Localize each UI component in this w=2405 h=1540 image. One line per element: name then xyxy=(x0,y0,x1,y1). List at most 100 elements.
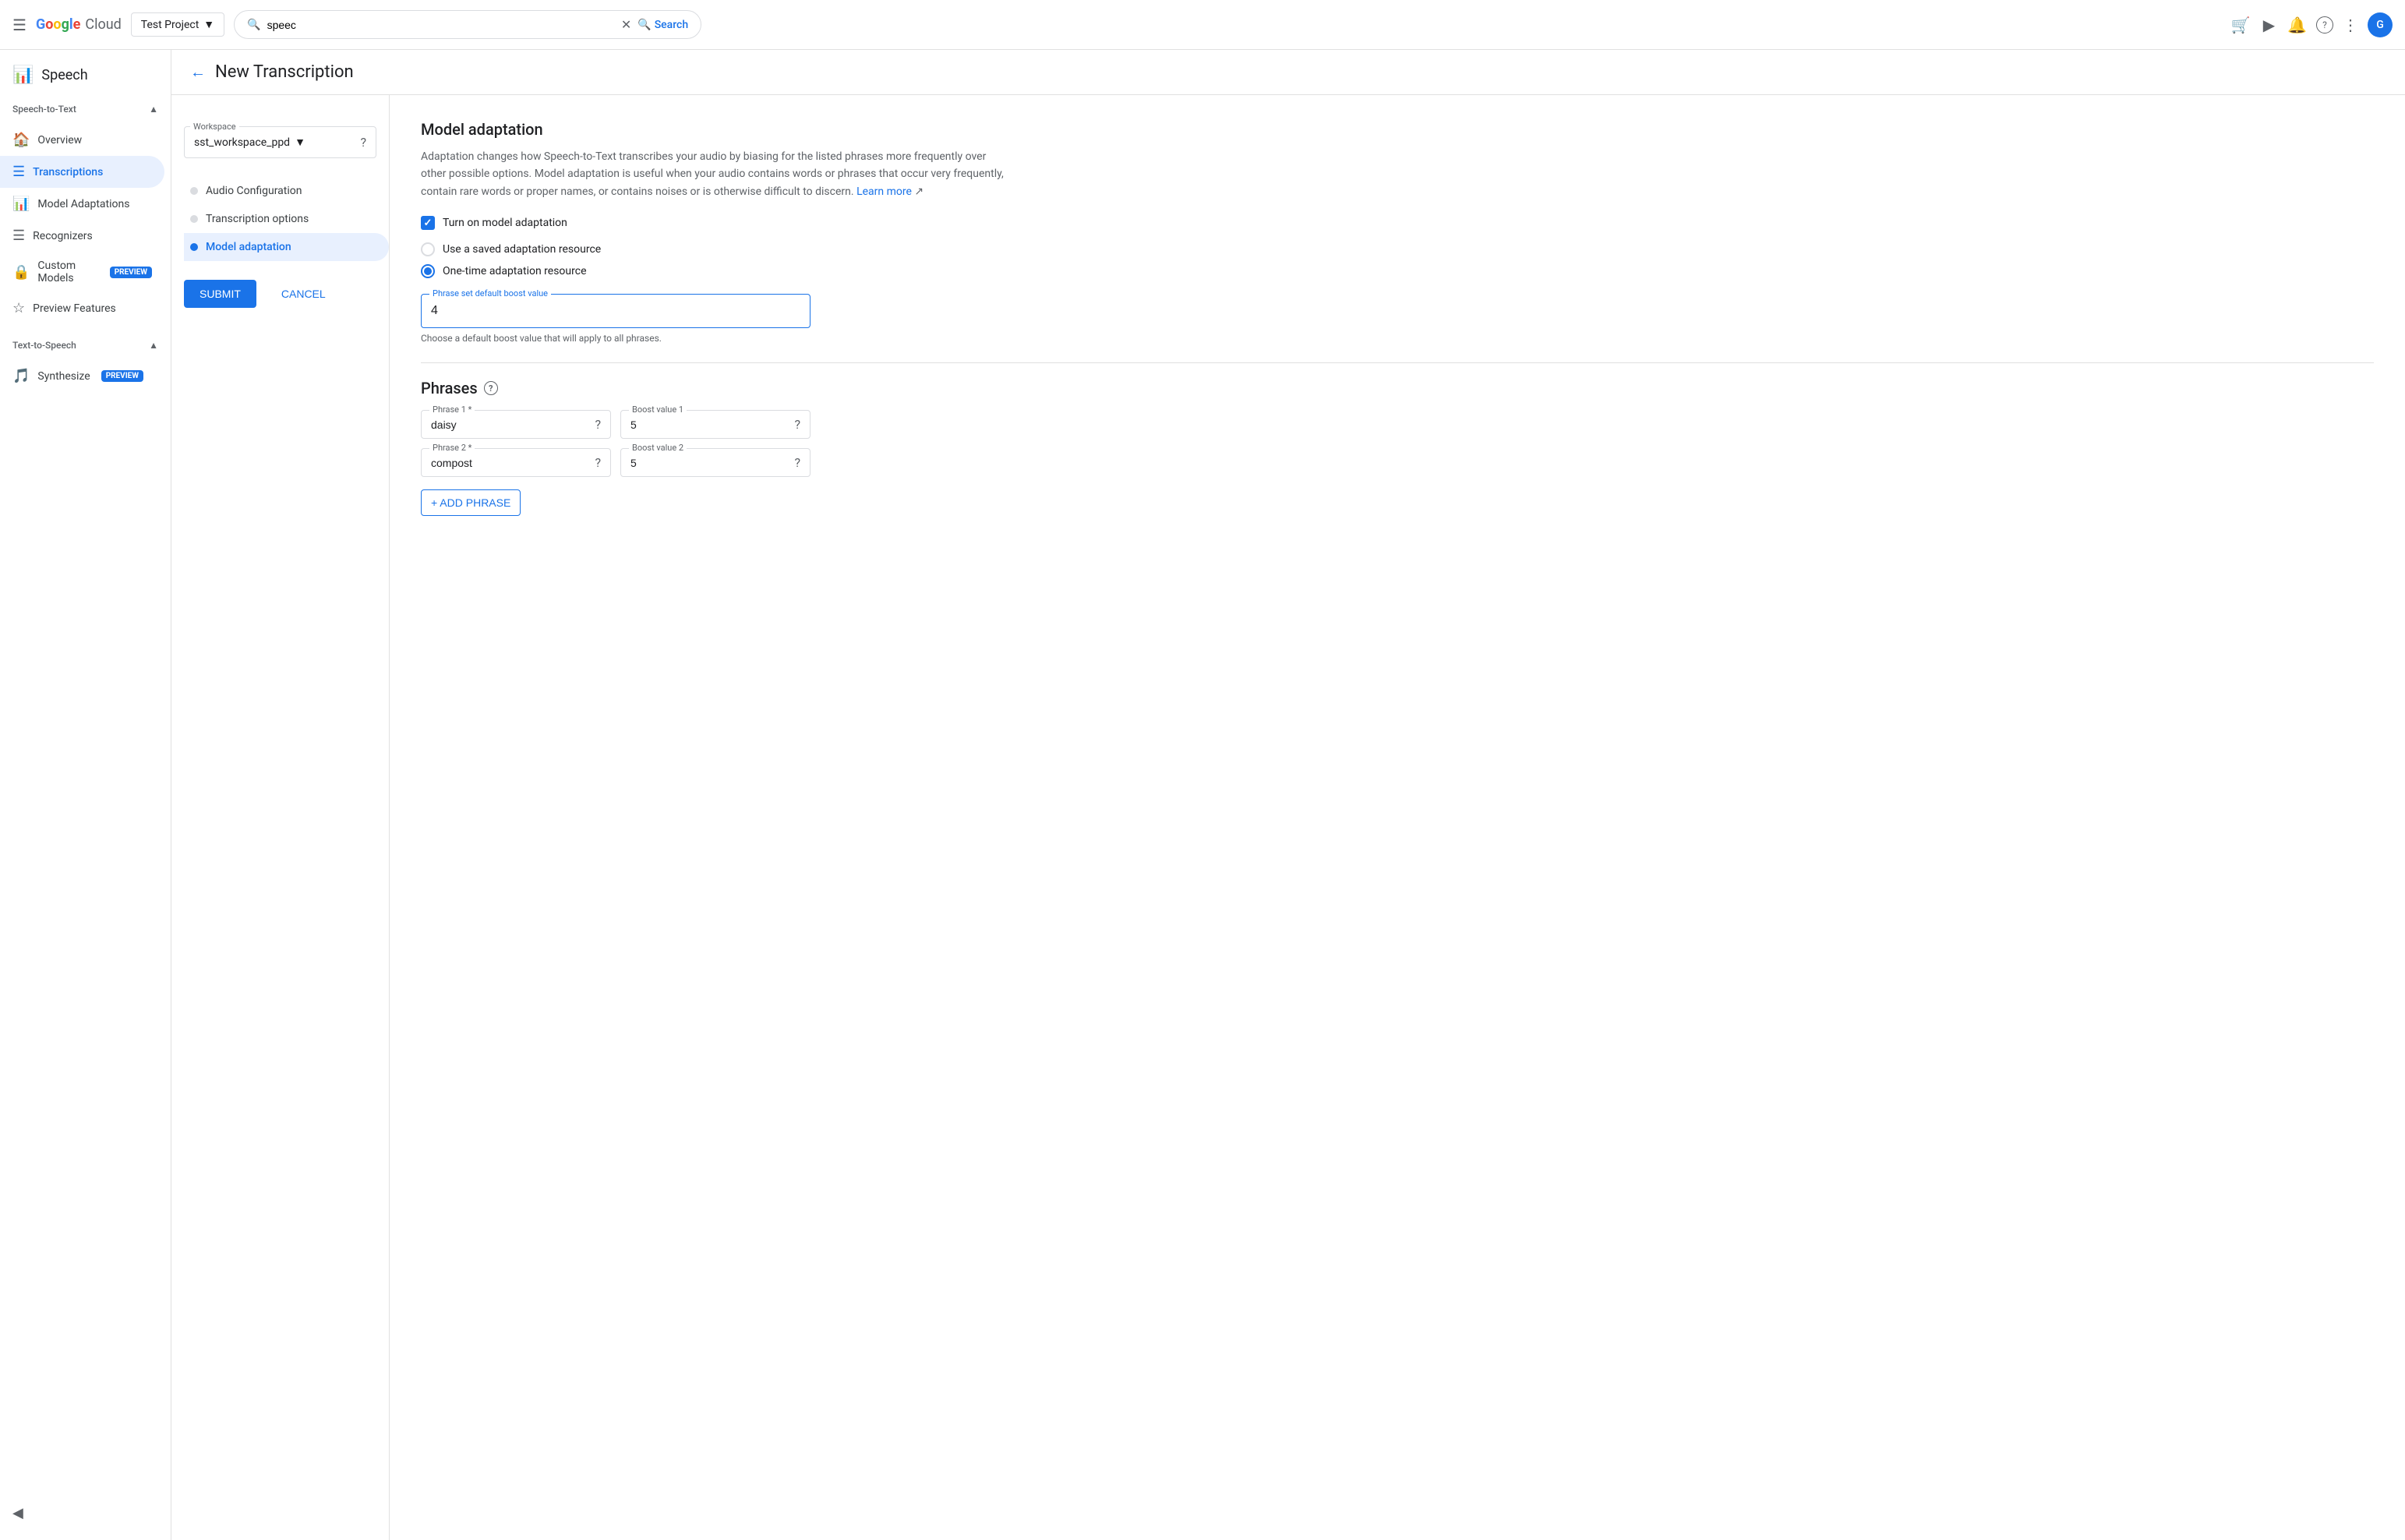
sidebar-item-model-adaptations[interactable]: 📊 Model Adaptations xyxy=(0,188,164,220)
tts-items: 🎵 Synthesize PREVIEW xyxy=(0,354,171,398)
synthesize-preview-badge: PREVIEW xyxy=(101,370,143,382)
boost-2-input[interactable] xyxy=(630,457,794,469)
radio-saved-resource[interactable]: Use a saved adaptation resource xyxy=(421,242,2374,256)
sidebar-item-label: Model Adaptations xyxy=(37,198,129,210)
page-title: New Transcription xyxy=(215,62,354,82)
step-bullet xyxy=(190,187,198,195)
sidebar-item-label: Transcriptions xyxy=(33,166,103,178)
preview-features-icon: ☆ xyxy=(12,300,25,316)
wizard-steps: Audio Configuration Transcription option… xyxy=(184,177,376,261)
topbar: ☰ Google Cloud Test Project ▼ 🔍 ✕ 🔍 Sear… xyxy=(0,0,2405,50)
sidebar-tts-section: Text-to-Speech ▲ xyxy=(0,330,171,354)
recognizers-icon: ☰ xyxy=(12,228,25,244)
wizard-step-audio-config[interactable]: Audio Configuration xyxy=(184,177,376,205)
toggle-adaptation-checkbox[interactable]: ✓ xyxy=(421,216,435,230)
phrase-1-input[interactable] xyxy=(431,419,595,431)
workspace-dropdown-icon: ▼ xyxy=(295,136,305,149)
topbar-actions: 🛒 ▶ 🔔 ? ⋮ G xyxy=(2228,12,2393,37)
notifications-icon[interactable]: 🔔 xyxy=(2284,12,2310,37)
search-btn-icon: 🔍 xyxy=(637,19,651,31)
step-label: Audio Configuration xyxy=(206,185,302,197)
sidebar-toggle[interactable]: ◀ xyxy=(6,1499,30,1528)
radio-one-time-label: One-time adaptation resource xyxy=(443,265,587,277)
custom-models-preview-badge: PREVIEW xyxy=(110,267,152,278)
boost-2-help-icon[interactable]: ? xyxy=(794,455,800,470)
chevron-down-icon: ▼ xyxy=(203,18,214,31)
terminal-icon[interactable]: ▶ xyxy=(2260,12,2278,37)
search-icon: 🔍 xyxy=(247,19,260,31)
wizard-step-model-adaptation[interactable]: Model adaptation xyxy=(184,233,389,261)
help-icon[interactable]: ? xyxy=(2316,16,2333,34)
sidebar-item-preview-features[interactable]: ☆ Preview Features xyxy=(0,292,164,324)
sidebar-item-custom-models[interactable]: 🔒 Custom Models PREVIEW xyxy=(0,252,164,292)
back-button[interactable]: ← xyxy=(190,62,206,82)
toggle-adaptation-row: ✓ Turn on model adaptation xyxy=(421,216,2374,230)
workspace-help-icon[interactable]: ? xyxy=(360,135,366,150)
sidebar-item-label: Recognizers xyxy=(33,230,93,242)
checkmark-icon: ✓ xyxy=(424,217,433,229)
project-selector[interactable]: Test Project ▼ xyxy=(131,12,224,37)
phrase-2-label: Phrase 2 * xyxy=(429,443,475,453)
cancel-button[interactable]: CANCEL xyxy=(266,280,341,308)
collapse-tts-icon[interactable]: ▲ xyxy=(149,340,158,351)
boost-1-field: Boost value 1 ? xyxy=(620,410,810,439)
menu-icon[interactable]: ☰ xyxy=(12,16,26,34)
phrase-2-input[interactable] xyxy=(431,457,595,469)
submit-button[interactable]: SUBMIT xyxy=(184,280,256,308)
step-bullet xyxy=(190,215,198,223)
boost-2-field: Boost value 2 ? xyxy=(620,448,810,477)
workspace-label: Workspace xyxy=(190,122,239,132)
phrase-1-label: Phrase 1 * xyxy=(429,404,475,415)
phrase-1-help-icon[interactable]: ? xyxy=(595,417,601,432)
add-phrase-button[interactable]: + ADD PHRASE xyxy=(421,489,521,516)
sidebar-item-recognizers[interactable]: ☰ Recognizers xyxy=(0,220,164,252)
step-bullet xyxy=(190,243,198,251)
sidebar-item-label: Custom Models xyxy=(37,260,98,284)
custom-models-icon: 🔒 xyxy=(12,264,30,281)
sidebar: 📊 Speech Speech-to-Text ▲ 🏠 Overview ☰ T… xyxy=(0,50,171,1540)
divider xyxy=(421,362,2374,363)
avatar[interactable]: G xyxy=(2368,12,2393,37)
radio-saved-label: Use a saved adaptation resource xyxy=(443,243,601,256)
sidebar-item-overview[interactable]: 🏠 Overview xyxy=(0,124,164,156)
sidebar-item-synthesize[interactable]: 🎵 Synthesize PREVIEW xyxy=(0,360,164,392)
more-options-icon[interactable]: ⋮ xyxy=(2340,12,2361,37)
phrases-help-icon[interactable]: ? xyxy=(484,381,498,395)
boost-field-label: Phrase set default boost value xyxy=(429,288,551,298)
sidebar-item-label: Synthesize xyxy=(37,370,90,383)
workspace-select-inner: sst_workspace_ppd ▼ xyxy=(194,136,354,149)
radio-group: Use a saved adaptation resource One-time… xyxy=(421,242,2374,278)
boost-1-input[interactable] xyxy=(630,419,794,431)
toggle-adaptation-label: Turn on model adaptation xyxy=(443,217,567,229)
sidebar-item-transcriptions[interactable]: ☰ Transcriptions xyxy=(0,156,164,188)
project-name: Test Project xyxy=(141,19,199,31)
sidebar-item-label: Preview Features xyxy=(33,302,116,315)
clear-search-icon[interactable]: ✕ xyxy=(621,17,631,32)
form-panel: Model adaptation Adaptation changes how … xyxy=(390,95,2405,1540)
radio-one-time-resource[interactable]: One-time adaptation resource xyxy=(421,264,2374,278)
content-panels: Workspace sst_workspace_ppd ▼ ? Audio Co… xyxy=(171,95,2405,1540)
model-adaptations-icon: 📊 xyxy=(12,196,30,212)
collapse-stt-icon[interactable]: ▲ xyxy=(149,104,158,115)
phrase-1-field: Phrase 1 * ? xyxy=(421,410,611,439)
boost-field-hint: Choose a default boost value that will a… xyxy=(421,333,810,344)
main-content: ← New Transcription Workspace sst_worksp… xyxy=(171,50,2405,1540)
app-title: 📊 Speech xyxy=(0,56,171,94)
radio-one-time-inner xyxy=(424,267,432,275)
boost-1-label: Boost value 1 xyxy=(629,404,687,415)
marketplace-icon[interactable]: 🛒 xyxy=(2228,12,2254,37)
learn-more-link[interactable]: Learn more xyxy=(856,185,912,198)
boost-1-help-icon[interactable]: ? xyxy=(794,417,800,432)
boost-value-input[interactable] xyxy=(431,304,800,318)
wizard-step-transcription-options[interactable]: Transcription options xyxy=(184,205,376,233)
step-label: Transcription options xyxy=(206,213,309,225)
boost-2-label: Boost value 2 xyxy=(629,443,687,453)
app-layout: 📊 Speech Speech-to-Text ▲ 🏠 Overview ☰ T… xyxy=(0,50,2405,1540)
phrase-2-help-icon[interactable]: ? xyxy=(595,455,601,470)
wizard-actions: SUBMIT CANCEL xyxy=(184,280,376,308)
search-button[interactable]: 🔍 Search xyxy=(637,19,688,31)
sidebar-stt-section: Speech-to-Text ▲ xyxy=(0,94,171,118)
step-label: Model adaptation xyxy=(206,241,291,253)
search-input[interactable] xyxy=(267,19,615,31)
home-icon: 🏠 xyxy=(12,132,30,148)
